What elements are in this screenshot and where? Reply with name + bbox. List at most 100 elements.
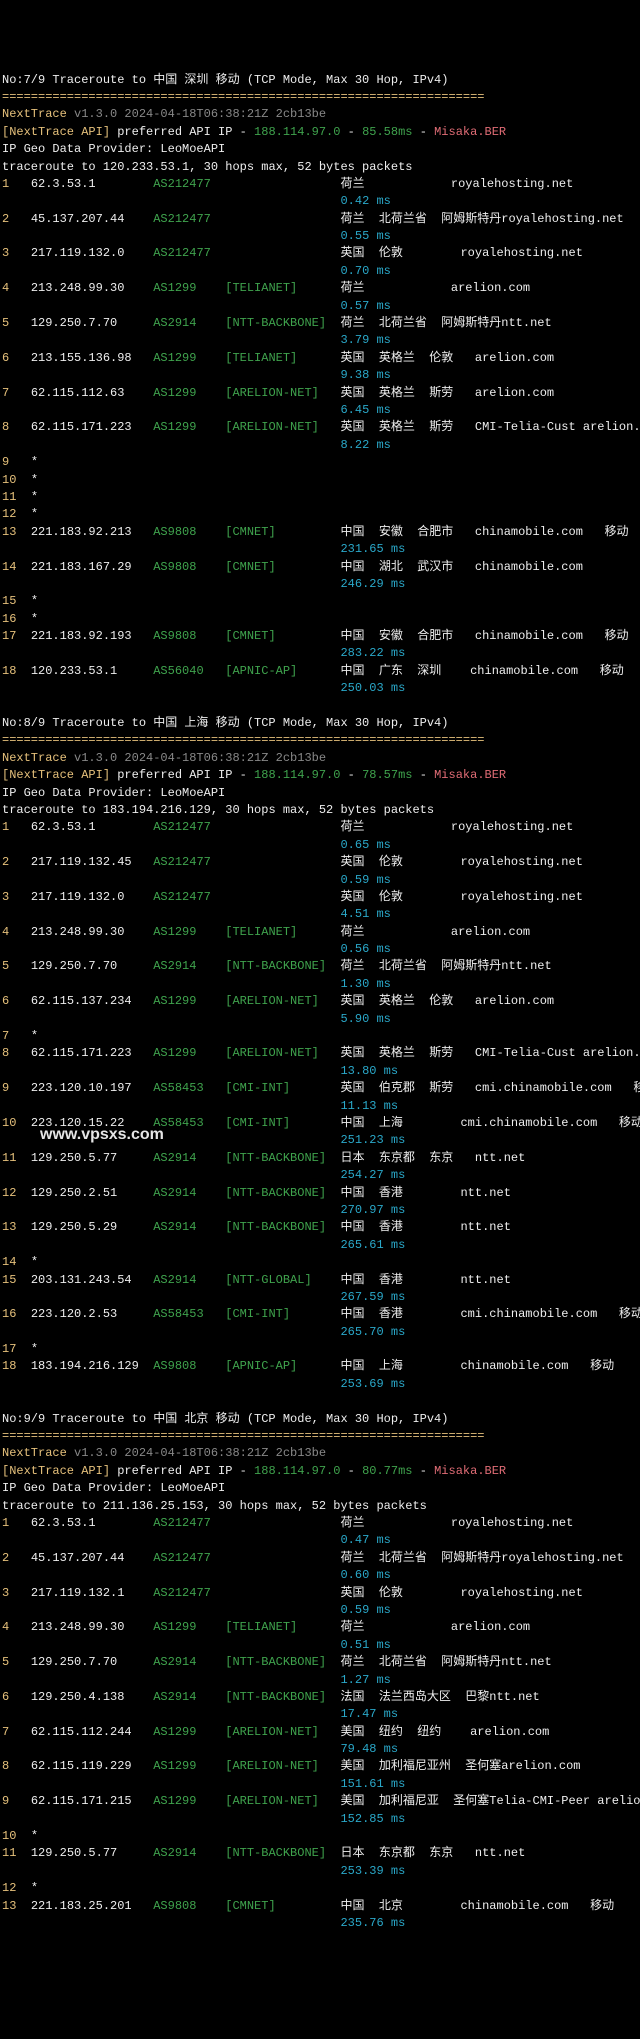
hop-network: [TELIANET] — [225, 925, 340, 939]
hop-network: [ARELION-NET] — [225, 994, 340, 1008]
separator: ========================================… — [2, 1429, 484, 1443]
hop-ip: 129.250.5.77 — [31, 1151, 153, 1165]
hop-asn: AS212477 — [153, 212, 225, 226]
hop-row: 8 62.115.119.229 AS1299 [ARELION-NET] 美国… — [2, 1758, 638, 1775]
hop-host: royalehosting.net — [460, 890, 582, 904]
hop-timeout: * — [31, 1342, 38, 1356]
hop-location: 荷兰 北荷兰省 阿姆斯特丹 — [340, 212, 501, 226]
hop-number: 5 — [2, 959, 31, 973]
hop-host: chinamobile.com 移动 — [475, 629, 629, 643]
hop-network — [225, 1551, 340, 1565]
program-name: NextTrace — [2, 107, 74, 121]
hop-latency: 0.59 ms — [340, 1603, 390, 1617]
hop-host: arelion.com — [475, 994, 554, 1008]
hop-number: 13 — [2, 1899, 31, 1913]
hop-host: royalehosting.net — [451, 1516, 573, 1530]
hop-row: 1 62.3.53.1 AS212477 荷兰 royalehosting.ne… — [2, 819, 638, 836]
program-name: NextTrace — [2, 1446, 74, 1460]
hop-network: [NTT-BACKBONE] — [225, 1690, 340, 1704]
hop-host: ntt.net — [460, 1220, 510, 1234]
hop-network: [APNIC-AP] — [225, 1359, 340, 1373]
api-provider: [NextTrace API] — [2, 1464, 117, 1478]
api-ip: 188.114.97.0 — [254, 125, 340, 139]
hop-ip: 62.3.53.1 — [31, 177, 153, 191]
hop-row: 8 62.115.171.223 AS1299 [ARELION-NET] 英国… — [2, 419, 638, 436]
hop-location: 荷兰 — [340, 1516, 450, 1530]
hop-row: 5 129.250.7.70 AS2914 [NTT-BACKBONE] 荷兰 … — [2, 1654, 638, 1671]
hop-location: 荷兰 — [340, 925, 450, 939]
hop-location: 法国 法兰西岛大区 巴黎 — [340, 1690, 489, 1704]
hop-location: 美国 加利福尼亚 圣何塞 — [340, 1794, 489, 1808]
hop-ip: 217.119.132.1 — [31, 1586, 153, 1600]
hop-asn: AS1299 — [153, 1725, 225, 1739]
hop-row: 16 223.120.2.53 AS58453 [CMI-INT] 中国 香港 … — [2, 1306, 638, 1323]
program-name: NextTrace — [2, 751, 74, 765]
hop-row: 4 213.248.99.30 AS1299 [TELIANET] 荷兰 are… — [2, 280, 638, 297]
hop-number: 6 — [2, 994, 31, 1008]
hop-number: 16 — [2, 1307, 31, 1321]
hop-host: royalehosting.net — [460, 1586, 582, 1600]
hop-number: 2 — [2, 212, 31, 226]
hop-timeout: * — [31, 1029, 38, 1043]
traceroute-title: No:7/9 Traceroute to 中国 深圳 移动 (TCP Mode,… — [2, 73, 448, 87]
hop-asn: AS56040 — [153, 664, 225, 678]
hop-latency-row: 283.22 ms — [2, 645, 638, 662]
hop-latency-row: 79.48 ms — [2, 1741, 638, 1758]
hop-row: 2 45.137.207.44 AS212477 荷兰 北荷兰省 阿姆斯特丹ro… — [2, 211, 638, 228]
hop-latency: 0.60 ms — [340, 1568, 390, 1582]
hop-row: 5 129.250.7.70 AS2914 [NTT-BACKBONE] 荷兰 … — [2, 315, 638, 332]
api-ip: 188.114.97.0 — [254, 768, 340, 782]
hop-network — [225, 820, 340, 834]
hop-latency: 0.42 ms — [340, 194, 390, 208]
hop-latency: 231.65 ms — [340, 542, 405, 556]
hop-latency-row: 0.70 ms — [2, 263, 638, 280]
hop-latency-row: 17.47 ms — [2, 1706, 638, 1723]
hop-timeout: * — [31, 1255, 38, 1269]
hop-location: 中国 湖北 武汉市 — [340, 560, 474, 574]
api-latency: 80.77ms — [362, 1464, 412, 1478]
hop-latency: 4.51 ms — [340, 907, 390, 921]
hop-ip: 62.115.112.63 — [31, 386, 153, 400]
hop-location: 英国 英格兰 斯劳 — [340, 386, 474, 400]
hop-row: 15 203.131.243.54 AS2914 [NTT-GLOBAL] 中国… — [2, 1272, 638, 1289]
hop-host: arelion.com — [470, 1725, 549, 1739]
hop-ip: 223.120.10.197 — [31, 1081, 153, 1095]
hop-latency-row: 0.56 ms — [2, 941, 638, 958]
hop-number: 14 — [2, 560, 31, 574]
hop-row: 18 120.233.53.1 AS56040 [APNIC-AP] 中国 广东… — [2, 663, 638, 680]
hop-ip: 221.183.92.213 — [31, 525, 153, 539]
hop-asn: AS1299 — [153, 1620, 225, 1634]
hop-latency-row: 5.90 ms — [2, 1011, 638, 1028]
hop-ip: 62.115.171.223 — [31, 1046, 153, 1060]
hop-latency-row: 1.27 ms — [2, 1672, 638, 1689]
hop-network: [NTT-BACKBONE] — [225, 1151, 340, 1165]
hop-row: 4 213.248.99.30 AS1299 [TELIANET] 荷兰 are… — [2, 1619, 638, 1636]
hop-ip: 120.233.53.1 — [31, 664, 153, 678]
hop-host: ntt.net — [475, 1151, 525, 1165]
hop-number: 8 — [2, 1046, 31, 1060]
hop-latency-row: 270.97 ms — [2, 1202, 638, 1219]
hop-host: royalehosting.net — [460, 246, 582, 260]
hop-latency: 8.22 ms — [340, 438, 390, 452]
hop-timeout: * — [31, 1829, 38, 1843]
hop-location: 中国 香港 — [340, 1307, 460, 1321]
hop-location: 荷兰 — [340, 820, 450, 834]
hop-number: 14 — [2, 1255, 31, 1269]
hop-asn: AS9808 — [153, 1359, 225, 1373]
hop-host: chinamobile.com 移动 — [475, 525, 629, 539]
hop-number: 10 — [2, 1116, 31, 1130]
hop-network: [TELIANET] — [225, 351, 340, 365]
hop-number: 5 — [2, 1655, 31, 1669]
traceroute-header: traceroute to 120.233.53.1, 30 hops max,… — [2, 160, 412, 174]
hop-latency: 235.76 ms — [340, 1916, 405, 1930]
hop-latency-row: 267.59 ms — [2, 1289, 638, 1306]
hop-ip: 45.137.207.44 — [31, 212, 153, 226]
hop-row: 14 221.183.167.29 AS9808 [CMNET] 中国 湖北 武… — [2, 559, 638, 576]
traceroute-title: No:8/9 Traceroute to 中国 上海 移动 (TCP Mode,… — [2, 716, 448, 730]
hop-latency-row: 13.80 ms — [2, 1063, 638, 1080]
hop-network: [TELIANET] — [225, 1620, 340, 1634]
hop-row: 3 217.119.132.0 AS212477 英国 伦敦 royalehos… — [2, 889, 638, 906]
traceroute-header: traceroute to 211.136.25.153, 30 hops ma… — [2, 1499, 427, 1513]
hop-timeout: * — [31, 507, 38, 521]
hop-number: 1 — [2, 820, 31, 834]
